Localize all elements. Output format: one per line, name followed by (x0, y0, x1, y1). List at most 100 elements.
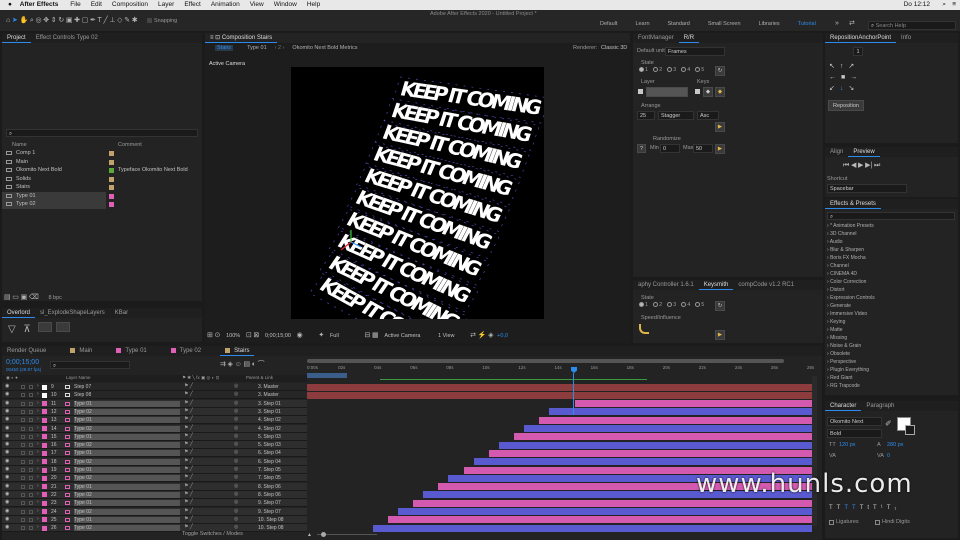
layer-name-header[interactable]: Layer Name (66, 375, 91, 380)
layer-switch-icons[interactable]: ⚑ ╱ (184, 441, 193, 447)
views-value[interactable]: 1 View (438, 333, 454, 339)
viewer-timecode[interactable]: 0;00;15;00 (265, 333, 291, 339)
project-item[interactable]: Type 01 (2, 191, 114, 200)
layer-duration-bar[interactable] (397, 508, 812, 515)
solo-toggle[interactable] (21, 393, 25, 398)
project-tab-1[interactable]: Effect Controls Type 02 (31, 33, 103, 43)
stamp-tool-icon[interactable]: ⊥ (109, 16, 115, 26)
ks-state-radio-1[interactable] (639, 302, 644, 307)
color-icon[interactable]: ✦ (318, 331, 324, 341)
effects-category[interactable]: › Keying (827, 318, 955, 326)
layer-name[interactable]: Type 02 (74, 458, 180, 465)
help-button[interactable]: ? (637, 144, 646, 153)
ligatures-checkbox[interactable] (829, 520, 834, 525)
superscript-icon[interactable]: T¹ (873, 505, 887, 511)
layer-row[interactable]: ◉ › 18 Type 02 ⚑ ╱ ◎ 6. Step 04 (2, 457, 307, 466)
rotate-tool-icon[interactable]: ↻ (58, 16, 64, 26)
layer-row[interactable]: ◉ › 17 Type 01 ⚑ ╱ ◎ 6. Step 04 (2, 449, 307, 458)
effects-category[interactable]: › Boris FX Mocha (827, 254, 955, 262)
parent-select[interactable]: 3. Step 01 (258, 401, 281, 407)
overlord-tab-1[interactable]: sl_ExplodeShapeLayers (35, 308, 110, 318)
character-tab-1[interactable]: Paragraph (861, 401, 899, 411)
min-input[interactable]: 0 (660, 144, 680, 153)
tab-effects-presets[interactable]: Effects & Presets (825, 199, 881, 209)
comp-viewer[interactable]: KEEP IT COMING KEEP IT COMING KEEP IT COMI… (291, 67, 544, 319)
pickwhip-icon[interactable]: ◎ (234, 449, 238, 455)
layer-label-color[interactable] (42, 401, 47, 407)
resolution-value[interactable]: Full (330, 333, 339, 339)
effects-category[interactable]: › Perspective (827, 358, 955, 366)
menu-view[interactable]: View (250, 1, 264, 8)
workspace-tutorial[interactable]: Tutorial (798, 21, 816, 27)
solo-toggle[interactable] (21, 409, 25, 414)
fm-state-radio-5[interactable] (695, 67, 701, 72)
puppet-tool-icon[interactable]: ✱ (132, 16, 138, 26)
workspace-default[interactable]: Default (600, 21, 617, 27)
effects-search-input[interactable]: ⌕ (827, 212, 955, 220)
layer-name[interactable]: Step 08 (74, 392, 180, 398)
layer-name[interactable]: Type 01 (74, 417, 180, 424)
layer-duration-bar[interactable] (539, 416, 812, 424)
lock-toggle[interactable] (29, 393, 33, 398)
effects-category[interactable]: › CINEMA 4D (827, 270, 955, 278)
layer-row[interactable]: ◉ › 15 Type 01 ⚑ ╱ ◎ 5. Step 03 (2, 432, 307, 441)
lock-toggle[interactable] (29, 443, 33, 448)
draft-3d-icon[interactable]: ◈ (488, 331, 493, 341)
layer-label-color[interactable] (42, 525, 47, 531)
layer-name[interactable]: Type 02 (74, 491, 180, 498)
visibility-eye-icon[interactable]: ◉ (5, 466, 9, 472)
pickwhip-icon[interactable]: ◎ (234, 491, 238, 497)
twirl-chevron-icon[interactable]: › (37, 391, 39, 397)
effects-category[interactable]: › Distort (827, 286, 955, 294)
font-family-select[interactable]: Okomito Next (827, 417, 882, 426)
effects-category[interactable]: › Obsolete (827, 350, 955, 358)
layer-name[interactable]: Type 02 (74, 442, 180, 449)
layer-switch-icons[interactable]: ⚑ ╱ (184, 433, 193, 439)
effects-category[interactable]: › Missing (827, 334, 955, 342)
pickwhip-icon[interactable]: ◎ (234, 433, 238, 439)
timeline-timecode[interactable]: 0;00;15;00 (6, 359, 39, 366)
parent-select[interactable]: 6. Step 04 (258, 450, 281, 456)
label-swatch[interactable] (109, 202, 114, 207)
solo-toggle[interactable] (21, 401, 25, 406)
play-icon[interactable]: ▶ (858, 161, 863, 171)
visibility-eye-icon[interactable]: ◉ (5, 425, 9, 431)
layer-switch-icons[interactable]: ⚑ ╱ (184, 408, 193, 414)
effects-category[interactable]: › Red Giant (827, 374, 955, 382)
menu-window[interactable]: Window (274, 1, 297, 8)
project-item[interactable]: Solids (2, 175, 202, 184)
exposure-value[interactable]: +0,0 (497, 333, 508, 339)
layer-label-color[interactable] (42, 409, 47, 415)
overlord-button-2[interactable] (56, 322, 71, 332)
time-ruler[interactable]: 0:00s 02s 04s 06s 08s 10s 12s 14s 16s 18s 20s 22s 24… (307, 365, 814, 373)
project-item[interactable]: Type 02 (2, 200, 114, 209)
layer-name[interactable]: Type 01 (74, 450, 180, 457)
visibility-eye-icon[interactable]: ◉ (5, 383, 9, 389)
brush-tool-icon[interactable]: ╱ (104, 16, 108, 26)
faux-bold-icon[interactable]: T (829, 505, 837, 511)
control-center-icon[interactable]: ≡ (952, 0, 956, 10)
solo-toggle[interactable] (21, 443, 25, 448)
draft-3d-toggle-icon[interactable]: ◈ (228, 360, 233, 370)
bpc-label[interactable]: 8 bpc (48, 295, 61, 301)
layer-switch-icons[interactable]: ⚑ ╱ (184, 508, 193, 514)
fm-tab-1[interactable]: R/R (678, 33, 700, 43)
default-unit-select[interactable]: Frames (665, 47, 725, 56)
lock-toggle[interactable] (29, 459, 33, 464)
pickwhip-icon[interactable]: ◎ (234, 408, 238, 414)
breadcrumb-item[interactable]: Okomito Next Bold Metrics (290, 45, 359, 51)
visibility-eye-icon[interactable]: ◉ (5, 474, 9, 480)
keys-mode-button[interactable]: ◆ (703, 87, 713, 97)
layer-label-color[interactable] (42, 484, 47, 490)
effects-category[interactable]: › 3D Channel (827, 230, 955, 238)
visibility-eye-icon[interactable]: ◉ (5, 391, 9, 397)
pickwhip-icon[interactable]: ◎ (234, 425, 238, 431)
visibility-eye-icon[interactable]: ◉ (5, 516, 9, 522)
layer-switch-icons[interactable]: ⚑ ╱ (184, 499, 193, 505)
parent-select[interactable]: 7. Step 05 (258, 475, 281, 481)
twirl-chevron-icon[interactable]: › (37, 508, 39, 514)
mask-icon[interactable]: ⊙ (215, 331, 221, 341)
layer-label-color[interactable] (42, 475, 47, 481)
pickwhip-icon[interactable]: ◎ (234, 458, 238, 464)
lock-toggle[interactable] (29, 426, 33, 431)
